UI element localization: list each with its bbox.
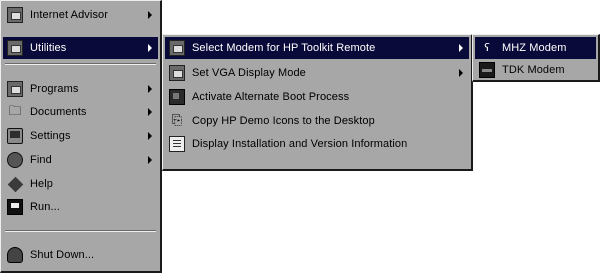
start-item-documents[interactable]: 🗀 Documents — [3, 101, 158, 123]
utilities-item-label: Display Installation and Version Informa… — [192, 138, 408, 150]
start-item-programs[interactable]: Programs — [3, 78, 158, 100]
modem-icon — [479, 62, 495, 78]
submenu-arrow-icon — [148, 156, 152, 164]
start-item-utilities[interactable]: Utilities — [3, 37, 158, 59]
start-item-label: Programs — [30, 83, 79, 95]
start-menu: Internet Advisor Utilities Programs 🗀 Do… — [0, 0, 162, 273]
start-item-label: Find — [30, 154, 52, 166]
info-document-icon — [169, 136, 185, 152]
start-item-label: Shut Down... — [30, 249, 95, 261]
start-item-label: Utilities — [30, 42, 67, 54]
help-icon — [7, 176, 24, 192]
utilities-item-label: Select Modem for HP Toolkit Remote — [192, 42, 376, 54]
menu-separator — [5, 230, 156, 232]
utilities-item-set-vga[interactable]: Set VGA Display Mode — [165, 62, 469, 84]
run-icon — [7, 199, 23, 215]
copy-icon: ⎘ — [171, 113, 183, 128]
modem-item-mhz[interactable]: ʕ MHZ Modem — [475, 37, 596, 59]
start-item-run[interactable]: Run... — [3, 196, 158, 218]
program-group-icon — [7, 7, 23, 23]
utilities-item-alternate-boot[interactable]: Activate Alternate Boot Process — [165, 86, 469, 108]
start-item-find[interactable]: Find — [3, 149, 158, 171]
start-item-shut-down[interactable]: Shut Down... — [3, 244, 158, 266]
documents-icon: 🗀 — [8, 104, 22, 119]
boot-icon — [169, 89, 185, 105]
menu-separator — [5, 63, 156, 65]
submenu-arrow-icon — [148, 11, 152, 19]
submenu-arrow-icon — [148, 132, 152, 140]
start-item-label: Settings — [30, 130, 71, 142]
utilities-item-copy-demo-icons[interactable]: ⎘ Copy HP Demo Icons to the Desktop — [165, 110, 469, 132]
utilities-item-label: Copy HP Demo Icons to the Desktop — [192, 115, 375, 127]
submenu-arrow-icon — [148, 44, 152, 52]
find-icon — [7, 152, 23, 168]
program-group-icon — [7, 40, 23, 56]
utilities-submenu: Select Modem for HP Toolkit Remote Set V… — [162, 34, 473, 171]
shut-down-icon — [7, 247, 23, 263]
start-item-label: Internet Advisor — [30, 9, 109, 21]
start-item-label: Documents — [30, 106, 87, 118]
start-item-label: Run... — [30, 201, 60, 213]
modem-item-tdk[interactable]: TDK Modem — [475, 59, 596, 81]
start-item-label: Help — [30, 178, 54, 190]
submenu-arrow-icon — [459, 69, 463, 77]
utilities-item-select-modem[interactable]: Select Modem for HP Toolkit Remote — [165, 37, 469, 59]
start-item-internet-advisor[interactable]: Internet Advisor — [3, 4, 158, 26]
submenu-arrow-icon — [148, 108, 152, 116]
utilities-item-version-info[interactable]: Display Installation and Version Informa… — [165, 133, 469, 155]
modem-item-label: MHZ Modem — [502, 42, 567, 54]
utilities-item-label: Activate Alternate Boot Process — [192, 91, 350, 103]
modem-submenu: ʕ MHZ Modem TDK Modem — [472, 34, 600, 82]
settings-icon — [7, 128, 23, 144]
program-group-icon — [169, 40, 185, 56]
start-item-help[interactable]: Help — [3, 173, 158, 195]
start-item-settings[interactable]: Settings — [3, 125, 158, 147]
submenu-arrow-icon — [148, 85, 152, 93]
submenu-arrow-icon — [459, 44, 463, 52]
modem-icon: ʕ — [484, 41, 490, 54]
modem-item-label: TDK Modem — [502, 64, 565, 76]
monitor-icon — [169, 65, 185, 81]
utilities-item-label: Set VGA Display Mode — [192, 67, 306, 79]
programs-icon — [7, 81, 23, 97]
